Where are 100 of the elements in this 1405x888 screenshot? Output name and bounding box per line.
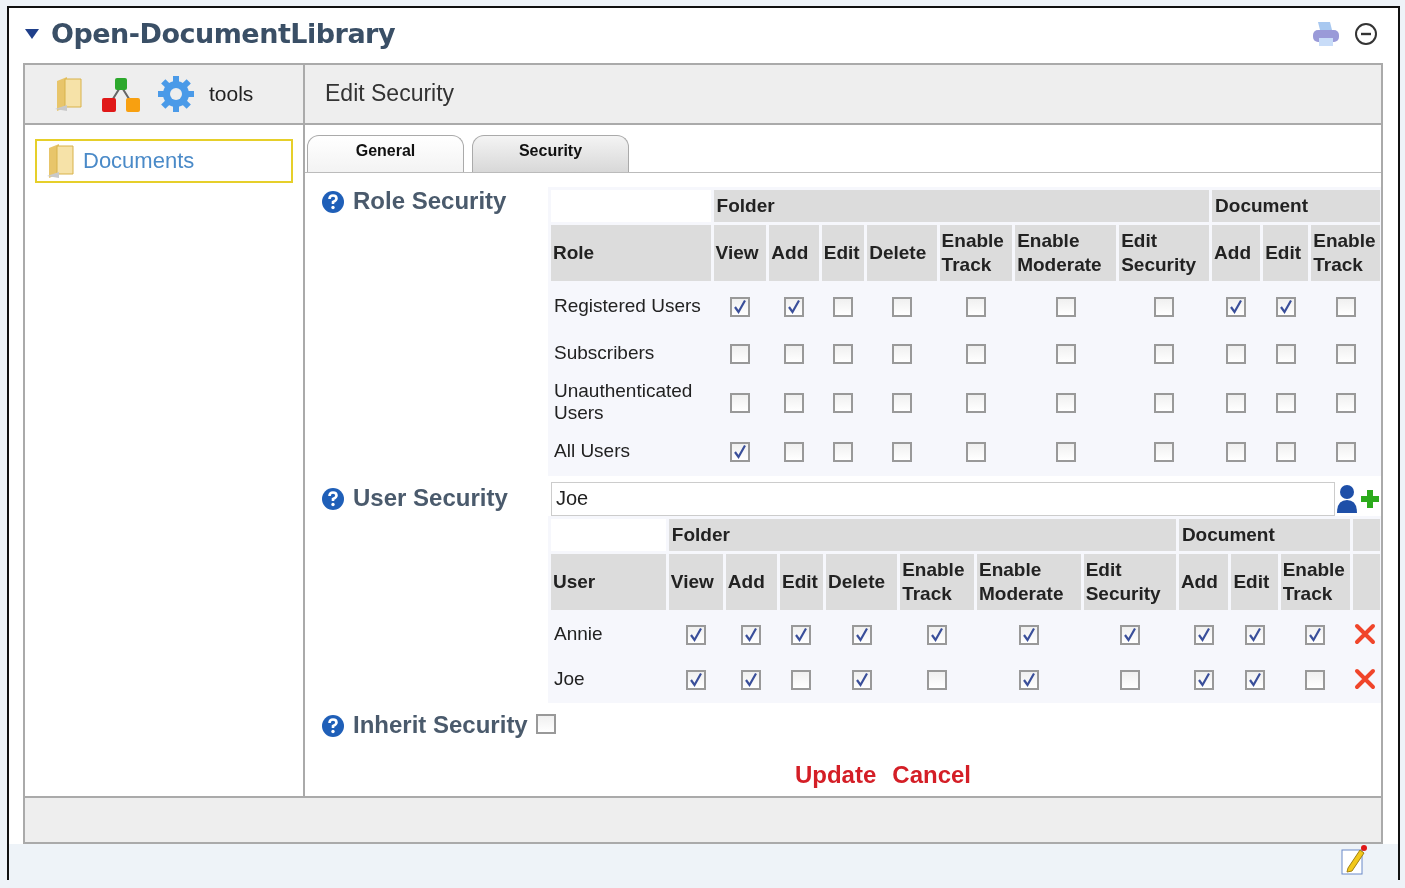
checkbox[interactable]	[1226, 343, 1247, 364]
checkbox[interactable]	[1154, 296, 1175, 317]
column-header: Edit	[1263, 224, 1309, 281]
printer-icon[interactable]	[1310, 19, 1342, 48]
tools-label[interactable]: tools	[209, 81, 254, 106]
pencil-icon[interactable]	[1340, 844, 1368, 876]
gear-icon[interactable]	[157, 74, 195, 113]
checkbox[interactable]	[965, 441, 986, 462]
checkbox[interactable]	[965, 392, 986, 413]
action-link[interactable]: Cancel	[892, 760, 971, 789]
column-header: Role	[551, 224, 711, 281]
checkbox[interactable]	[791, 624, 812, 645]
checkbox[interactable]	[729, 343, 750, 364]
column-header: User	[551, 553, 666, 610]
tree-item[interactable]: Documents	[35, 138, 293, 183]
column-header: Add	[769, 224, 819, 281]
checkbox[interactable]	[1275, 296, 1296, 317]
column-header: Add	[1212, 224, 1261, 281]
checkbox[interactable]	[1305, 669, 1326, 690]
checkbox[interactable]	[1226, 392, 1247, 413]
checkbox[interactable]	[1055, 343, 1076, 364]
action-link[interactable]: Update	[794, 760, 877, 789]
column-group-header: Folder	[668, 518, 1176, 551]
delete-button[interactable]	[1353, 667, 1376, 690]
checkbox[interactable]	[1119, 624, 1140, 645]
checkbox[interactable]	[1154, 392, 1175, 413]
checkbox[interactable]	[1226, 441, 1247, 462]
checkbox[interactable]	[832, 296, 853, 317]
checkbox[interactable]	[891, 296, 912, 317]
checkbox[interactable]	[685, 624, 706, 645]
table-cell-text: Unauthenticated Users	[553, 378, 694, 425]
checkbox[interactable]	[832, 343, 853, 364]
checkbox[interactable]	[1018, 669, 1039, 690]
checkbox[interactable]	[791, 669, 812, 690]
column-header: Enable Moderate	[977, 553, 1081, 610]
checkbox[interactable]	[1119, 669, 1140, 690]
column-header: View	[668, 553, 723, 610]
table-cell-text: Registered Users	[553, 293, 702, 318]
column-group-header: Document	[1178, 518, 1350, 551]
column-header: View	[713, 224, 767, 281]
checkbox[interactable]	[891, 343, 912, 364]
checkbox[interactable]	[927, 624, 948, 645]
checkbox[interactable]	[1244, 669, 1265, 690]
checkbox[interactable]	[685, 669, 706, 690]
column-header: Enable Track	[939, 224, 1013, 281]
checkbox[interactable]	[741, 624, 762, 645]
collapse-arrow-icon[interactable]	[25, 28, 39, 39]
checkbox[interactable]	[1275, 392, 1296, 413]
checkbox[interactable]	[1055, 392, 1076, 413]
column-header: Add	[1178, 553, 1229, 610]
checkbox[interactable]	[832, 392, 853, 413]
checkbox[interactable]	[729, 392, 750, 413]
tab[interactable]: General	[307, 134, 464, 172]
table-cell-text: Joe	[553, 666, 586, 691]
checkbox[interactable]	[1193, 624, 1214, 645]
checkbox[interactable]	[965, 343, 986, 364]
checkbox[interactable]	[784, 296, 805, 317]
checkbox[interactable]	[832, 441, 853, 462]
table-cell-text: Annie	[553, 621, 604, 646]
checkbox[interactable]	[1335, 343, 1356, 364]
section-title: Inherit Security	[353, 710, 528, 739]
checkbox[interactable]	[1154, 343, 1175, 364]
checkbox[interactable]	[1335, 392, 1356, 413]
checkbox[interactable]	[1018, 624, 1039, 645]
minimize-icon[interactable]	[1354, 21, 1378, 46]
checkbox[interactable]	[729, 441, 750, 462]
column-header: Add	[725, 553, 777, 610]
checkbox[interactable]	[1154, 441, 1175, 462]
checkbox[interactable]	[784, 392, 805, 413]
delete-button[interactable]	[1353, 622, 1376, 645]
checkbox[interactable]	[1055, 441, 1076, 462]
checkbox[interactable]	[851, 669, 872, 690]
checkbox[interactable]	[784, 441, 805, 462]
table-cell-text: Subscribers	[553, 340, 656, 365]
column-header: Enable Moderate	[1015, 224, 1117, 281]
user-icon[interactable]	[1335, 483, 1359, 514]
checkbox[interactable]	[1193, 669, 1214, 690]
checkbox[interactable]	[851, 624, 872, 645]
help-icon	[321, 189, 345, 214]
checkbox[interactable]	[729, 296, 750, 317]
checkbox[interactable]	[741, 669, 762, 690]
checkbox[interactable]	[891, 441, 912, 462]
checkbox[interactable]	[1335, 441, 1356, 462]
table-cell-text: All Users	[553, 438, 631, 463]
checkbox[interactable]	[1275, 343, 1296, 364]
checkbox[interactable]	[1055, 296, 1076, 317]
tab[interactable]: Security	[472, 134, 629, 172]
checkbox[interactable]	[891, 392, 912, 413]
checkbox[interactable]	[1244, 624, 1265, 645]
checkbox[interactable]	[784, 343, 805, 364]
checkbox[interactable]	[1275, 441, 1296, 462]
user-search-field[interactable]: Joe	[551, 481, 1335, 516]
checkbox[interactable]	[927, 669, 948, 690]
column-header: Edit	[779, 553, 824, 610]
checkbox[interactable]	[1305, 624, 1326, 645]
checkbox[interactable]	[1335, 296, 1356, 317]
checkbox[interactable]	[965, 296, 986, 317]
checkbox[interactable]	[1226, 296, 1247, 317]
checkbox[interactable]	[535, 713, 556, 734]
panel-title: Edit Security	[325, 80, 455, 108]
